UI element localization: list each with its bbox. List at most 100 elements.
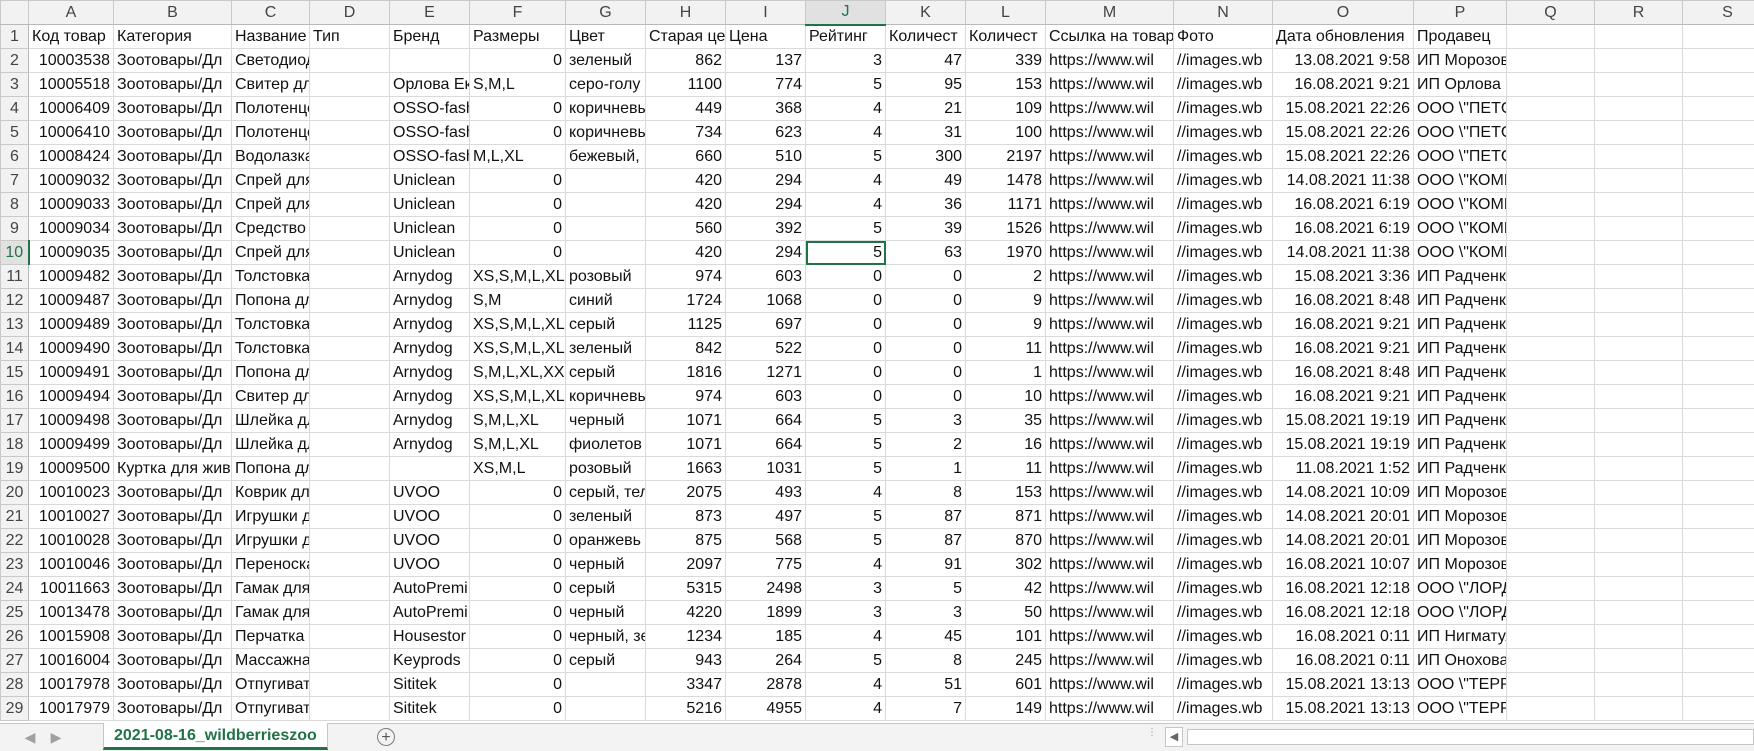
cell[interactable]: 4 [805,552,886,577]
row-header[interactable]: 21 [0,504,29,529]
cell[interactable]: Коврик для животнь [231,480,310,505]
cell[interactable]: 842 [645,336,726,361]
cell[interactable]: 5 [805,144,886,169]
header-cell[interactable]: Цвет [565,24,646,49]
cell[interactable]: Arnydog [389,336,470,361]
row-header[interactable]: 17 [0,408,29,433]
cell[interactable]: ИП Морозов Андрей Васильевич [1413,504,1507,529]
cell[interactable]: S,M,L,XL [469,408,566,433]
cell[interactable]: Зоотовары/Дл [113,264,232,289]
cell[interactable]: 4 [805,672,886,697]
cell[interactable]: 493 [725,480,806,505]
column-header-e[interactable]: E [389,0,470,25]
cell[interactable]: Зоотовары/Дл [113,696,232,721]
cell[interactable]: 862 [645,48,726,73]
column-header-d[interactable]: D [309,0,390,25]
cell[interactable] [1594,672,1683,697]
cell[interactable]: Спрей для мытья ко [231,240,310,265]
cell[interactable]: ООО \"ТЕРРИТОРИЯ ЗДОРОВЬЯ\" [1413,672,1507,697]
header-cell[interactable]: Фото [1173,24,1273,49]
cell[interactable]: 0 [469,480,566,505]
cell[interactable]: 0 [805,384,886,409]
cell[interactable]: 9 [965,288,1046,313]
cell[interactable]: 601 [965,672,1046,697]
cell[interactable]: 4 [805,96,886,121]
cell[interactable] [309,360,390,385]
cell[interactable] [1594,360,1683,385]
cell[interactable]: Массажная рукавиц [231,648,310,673]
cell[interactable]: https://www.wil [1045,144,1174,169]
cell[interactable]: Зоотовары/Дл [113,672,232,697]
cell[interactable]: //images.wb [1173,504,1273,529]
cell[interactable]: Гамак для животны [231,576,310,601]
cell[interactable] [1594,576,1683,601]
header-cell[interactable]: Код товар [28,24,114,49]
column-header-s[interactable]: S [1682,0,1754,25]
cell[interactable]: UVOO [389,552,470,577]
cell[interactable]: Sititek [389,696,470,721]
cell[interactable] [1682,72,1754,97]
cell[interactable]: 2878 [725,672,806,697]
column-header-a[interactable]: A [28,0,114,25]
cell[interactable]: 1 [965,360,1046,385]
cell[interactable]: //images.wb [1173,552,1273,577]
cell[interactable]: ООО \"ЛОРД\" [1413,600,1507,625]
cell[interactable]: 10016004 [28,648,114,673]
cell[interactable]: 5 [885,576,966,601]
cell[interactable]: //images.wb [1173,216,1273,241]
cell[interactable]: черный [565,600,646,625]
cell[interactable]: 368 [725,96,806,121]
cell[interactable]: 449 [645,96,726,121]
cell[interactable]: 87 [885,504,966,529]
cell[interactable] [1682,48,1754,73]
cell[interactable]: 1234 [645,624,726,649]
cell[interactable]: Зоотовары/Дл [113,552,232,577]
cell[interactable]: 31 [885,120,966,145]
cell[interactable]: 10009491 [28,360,114,385]
cell[interactable] [1506,672,1595,697]
cell[interactable]: 0 [805,288,886,313]
cell[interactable] [1594,624,1683,649]
cell[interactable]: ИП Радченко Наталья Александровна [1413,384,1507,409]
cell[interactable]: //images.wb [1173,456,1273,481]
cell[interactable]: 10009032 [28,168,114,193]
cell[interactable] [1682,312,1754,337]
cell[interactable]: серый [565,312,646,337]
cell[interactable] [309,240,390,265]
row-header[interactable]: 15 [0,360,29,385]
cell[interactable]: https://www.wil [1045,120,1174,145]
cell[interactable] [1506,576,1595,601]
cell[interactable]: Спрей для удаления [231,192,310,217]
cell[interactable]: S,M,L [469,72,566,97]
cell[interactable] [1682,240,1754,265]
cell[interactable]: Попона для собак "Star" розов [231,456,310,481]
cell[interactable]: XS,S,M,L,XL [469,312,566,337]
cell[interactable]: S,M [469,288,566,313]
cell[interactable]: 10009482 [28,264,114,289]
cell[interactable]: 264 [725,648,806,673]
cell[interactable] [1682,696,1754,721]
cell[interactable]: //images.wb [1173,432,1273,457]
cell[interactable]: 87 [885,528,966,553]
cell[interactable]: Зоотовары/Дл [113,168,232,193]
column-header-m[interactable]: M [1045,0,1174,25]
cell[interactable]: Шлейка для собак "( [231,408,310,433]
cell[interactable]: 603 [725,384,806,409]
cell[interactable]: Uniclean [389,240,470,265]
cell[interactable] [1682,264,1754,289]
cell[interactable] [1682,288,1754,313]
row-header[interactable]: 16 [0,384,29,409]
cell[interactable] [1682,504,1754,529]
cell[interactable]: Переноска для живо [231,552,310,577]
cell[interactable] [565,672,646,697]
cell[interactable]: Толстовка для соба [231,264,310,289]
cell[interactable]: 294 [725,240,806,265]
cell[interactable]: 0 [469,624,566,649]
cell[interactable]: 1970 [965,240,1046,265]
cell[interactable] [1682,120,1754,145]
cell[interactable] [1594,96,1683,121]
cell[interactable] [1682,144,1754,169]
cell[interactable]: 871 [965,504,1046,529]
cell[interactable]: 300 [885,144,966,169]
cell[interactable]: 10009035 [28,240,114,265]
